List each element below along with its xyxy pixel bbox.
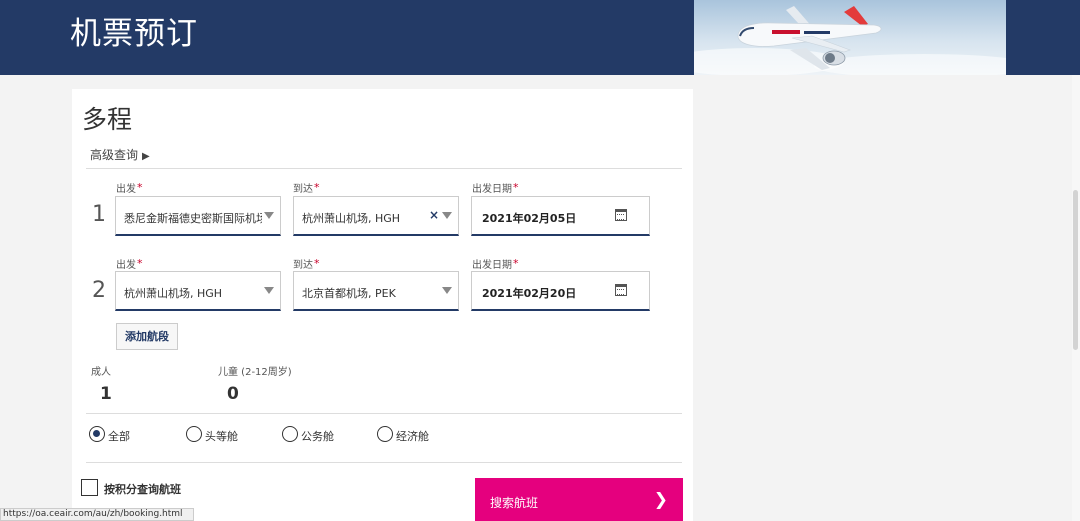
divider [86, 462, 682, 463]
divider [86, 413, 682, 414]
origin-select[interactable]: 悉尼金斯福德史密斯国际机场 [115, 196, 281, 236]
adult-count[interactable]: 1 [100, 384, 112, 404]
destination-label: 到达* [293, 257, 320, 271]
clear-icon[interactable]: × [429, 208, 439, 222]
required-mark: * [314, 181, 320, 194]
required-mark: * [314, 257, 320, 270]
required-mark: * [137, 257, 143, 270]
radio-icon [377, 426, 393, 442]
cabin-label: 头等舱 [205, 430, 238, 443]
date-label: 出发日期* [472, 257, 519, 271]
page-title: 机票预订 [70, 16, 198, 52]
date-value: 2021年02月05日 [482, 212, 577, 225]
destination-label: 到达* [293, 181, 320, 195]
radio-icon [89, 426, 105, 442]
required-mark: * [137, 181, 143, 194]
destination-value: 杭州萧山机场, HGH [302, 212, 401, 225]
advanced-search-toggle[interactable]: 高级查询 ▶ [90, 146, 150, 163]
destination-value: 北京首都机场, PEK [302, 287, 396, 300]
segment-number: 2 [92, 278, 106, 303]
origin-value: 杭州萧山机场, HGH [124, 287, 223, 300]
search-button-label: 搜索航班 [490, 496, 539, 510]
airplane-illustration [694, 6, 1006, 75]
segment-number: 1 [92, 202, 106, 227]
status-bar-url: https://oa.ceair.com/au/zh/booking.html [0, 508, 194, 521]
advanced-search-label: 高级查询 [90, 148, 139, 162]
origin-label: 出发* [116, 181, 143, 195]
search-flights-button[interactable]: 搜索航班 ❯ [475, 478, 683, 521]
cabin-label: 公务舱 [301, 430, 334, 443]
radio-icon [186, 426, 202, 442]
scrollbar[interactable] [1072, 75, 1080, 521]
chevron-down-icon [442, 287, 452, 294]
date-value: 2021年02月20日 [482, 287, 577, 300]
child-count[interactable]: 0 [227, 384, 239, 404]
origin-value: 悉尼金斯福德史密斯国际机场 [124, 212, 262, 225]
chevron-down-icon [264, 287, 274, 294]
calendar-icon[interactable] [615, 284, 627, 296]
divider [86, 168, 682, 169]
cabin-label: 全部 [108, 430, 130, 443]
points-checkbox[interactable] [81, 479, 98, 496]
radio-icon [282, 426, 298, 442]
date-label: 出发日期* [472, 181, 519, 195]
child-label: 儿童 (2-12周岁) [218, 367, 292, 378]
triangle-right-icon: ▶ [142, 151, 150, 162]
date-picker[interactable]: 2021年02月20日 [471, 271, 650, 311]
origin-select[interactable]: 杭州萧山机场, HGH [115, 271, 281, 311]
destination-select[interactable]: 北京首都机场, PEK [293, 271, 459, 311]
chevron-down-icon [264, 212, 274, 219]
required-mark: * [513, 181, 519, 194]
destination-select[interactable]: 杭州萧山机场, HGH × [293, 196, 459, 236]
points-checkbox-label[interactable]: 按积分查询航班 [104, 481, 181, 497]
airplane-banner-image [694, 0, 1006, 75]
cabin-label: 经济舱 [396, 430, 429, 443]
origin-label: 出发* [116, 257, 143, 271]
required-mark: * [513, 257, 519, 270]
adult-label: 成人 [91, 367, 111, 378]
chevron-down-icon [442, 212, 452, 219]
chevron-right-icon: ❯ [653, 490, 668, 510]
add-segment-button[interactable]: 添加航段 [116, 323, 178, 350]
calendar-icon[interactable] [615, 209, 627, 221]
date-picker[interactable]: 2021年02月05日 [471, 196, 650, 236]
scrollbar-thumb[interactable] [1073, 190, 1078, 350]
section-title: 多程 [82, 105, 133, 134]
